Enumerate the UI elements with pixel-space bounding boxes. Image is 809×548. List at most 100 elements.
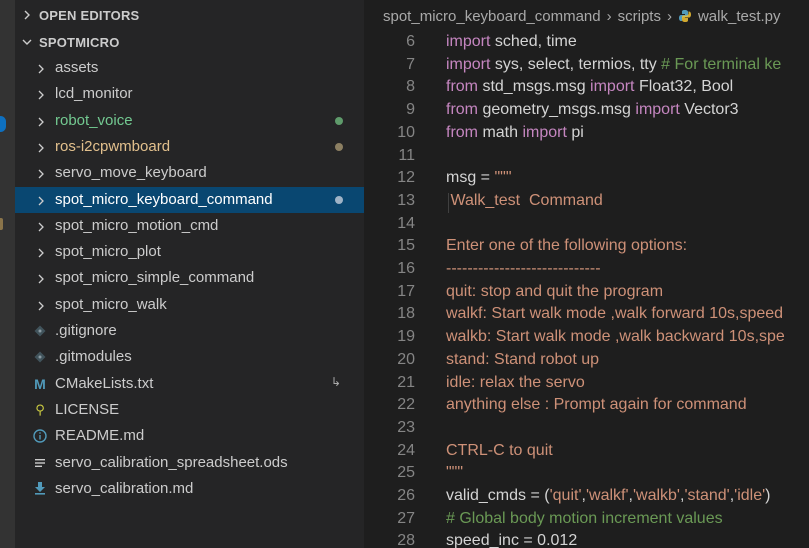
line-text: valid_cmds = ('quit','walkf','walkb','st… bbox=[446, 487, 770, 505]
keyword-token: import bbox=[522, 123, 572, 141]
line-text: """ bbox=[446, 464, 463, 482]
tree-item-label: .gitmodules bbox=[55, 348, 132, 366]
line-number: 17 bbox=[397, 282, 415, 300]
code-line[interactable]: 11 bbox=[364, 146, 809, 169]
git-icon bbox=[32, 349, 48, 365]
folder-item[interactable]: lcd_monitor bbox=[15, 81, 364, 107]
chevron-right-icon bbox=[35, 299, 47, 311]
explorer-sidebar: OPEN EDITORS SPOTMICRO assets lcd_monitor… bbox=[15, 0, 364, 548]
code-token: geometry_msgs.msg bbox=[482, 101, 636, 119]
code-line[interactable]: 15 Enter one of the following options: bbox=[364, 236, 809, 259]
string-token: 'stand' bbox=[684, 487, 730, 504]
line-text: quit: stop and quit the program bbox=[446, 283, 663, 301]
project-label: SPOTMICRO bbox=[39, 34, 120, 50]
line-number: 27 bbox=[397, 509, 415, 527]
code-line[interactable]: 18 walkf: Start walk mode ,walk forward 1… bbox=[364, 304, 809, 327]
tree-item-label: spot_micro_walk bbox=[55, 295, 167, 313]
tree-item-label: ros-i2cpwmboard bbox=[55, 137, 171, 155]
code-line[interactable]: 9 from geometry_msgs.msg import Vector3 bbox=[364, 100, 809, 123]
code-line[interactable]: 20 stand: Stand robot up bbox=[364, 350, 809, 373]
string-token: 'walkb' bbox=[632, 487, 680, 504]
code-token: sys, select, termios, tty bbox=[494, 55, 662, 73]
comment-token: # For terminal ke bbox=[661, 55, 782, 73]
code-line[interactable]: 25 """ bbox=[364, 463, 809, 486]
line-number: 24 bbox=[397, 441, 415, 459]
code-line[interactable]: 24 CTRL-C to quit bbox=[364, 441, 809, 464]
folder-item[interactable]: spot_micro_walk bbox=[15, 292, 364, 318]
code-line[interactable]: 14 bbox=[364, 214, 809, 237]
string-token: 'quit' bbox=[549, 487, 582, 504]
project-header[interactable]: SPOTMICRO bbox=[15, 31, 364, 53]
code-token: msg = bbox=[446, 169, 495, 187]
keyword-token: import bbox=[635, 101, 685, 119]
file-item[interactable]: README.md bbox=[15, 423, 364, 449]
tree-item-label: robot_voice bbox=[55, 111, 133, 129]
code-line[interactable]: 19 walkb: Start walk mode ,walk backward … bbox=[364, 327, 809, 350]
code-token: Vector3 bbox=[684, 101, 739, 119]
tree-item-label: servo_move_keyboard bbox=[55, 164, 207, 182]
tree-item-label: .gitignore bbox=[55, 322, 117, 339]
tree-item-label: servo_calibration_spreadsheet.ods bbox=[55, 453, 288, 471]
activity-indicator bbox=[0, 218, 3, 230]
status-dot bbox=[335, 116, 343, 125]
code-line[interactable]: 10 from math import pi bbox=[364, 123, 809, 146]
code-line[interactable]: 7 import sys, select, termios, tty # For … bbox=[364, 55, 809, 78]
tree-item-label: assets bbox=[55, 59, 99, 76]
code-line[interactable]: 16 ----------------------------- bbox=[364, 259, 809, 282]
line-number: 20 bbox=[397, 350, 415, 368]
code-line[interactable]: 22 anything else : Prompt again for comma… bbox=[364, 395, 809, 418]
tree-item-label: spot_micro_keyboard_command bbox=[55, 190, 273, 208]
string-token: ----------------------------- bbox=[446, 260, 601, 277]
line-number: 15 bbox=[397, 237, 415, 255]
breadcrumb-subfolder[interactable]: scripts bbox=[618, 8, 661, 25]
file-item[interactable]: .gitmodules bbox=[15, 344, 364, 370]
open-editors-header[interactable]: OPEN EDITORS bbox=[15, 4, 364, 26]
file-item[interactable]: ⚲ LICENSE bbox=[15, 397, 364, 423]
tree-item-label: spot_micro_motion_cmd bbox=[55, 216, 219, 234]
download-icon bbox=[32, 481, 48, 497]
editor-pane: spot_micro_keyboard_command › scripts › … bbox=[364, 0, 809, 548]
folder-item[interactable]: robot_voice bbox=[15, 108, 364, 134]
line-text: speed_inc = 0.012 bbox=[446, 532, 577, 548]
folder-item[interactable]: assets bbox=[15, 55, 364, 81]
code-line[interactable]: 8 from std_msgs.msg import Float32, Bool bbox=[364, 77, 809, 100]
folder-item[interactable]: spot_micro_motion_cmd bbox=[15, 213, 364, 239]
code-line[interactable]: 17 quit: stop and quit the program bbox=[364, 282, 809, 305]
code-line[interactable]: 27 # Global body motion increment values bbox=[364, 509, 809, 532]
status-dot bbox=[335, 195, 343, 204]
code-line[interactable]: 6 import sched, time bbox=[364, 32, 809, 55]
line-number: 26 bbox=[397, 487, 415, 504]
line-number: 28 bbox=[397, 532, 415, 548]
breadcrumb-folder[interactable]: spot_micro_keyboard_command bbox=[383, 8, 601, 25]
string-token: 'walkf' bbox=[585, 487, 629, 504]
file-item[interactable]: .gitignore bbox=[15, 318, 364, 344]
code-line[interactable]: 21 idle: relax the servo bbox=[364, 373, 809, 396]
folder-item[interactable]: spot_micro_plot bbox=[15, 239, 364, 265]
chevron-right-icon bbox=[35, 194, 47, 206]
file-item[interactable]: M CMakeLists.txt ↳ bbox=[15, 371, 364, 397]
line-text: msg = """ bbox=[446, 169, 512, 187]
code-line[interactable]: 13 Walk_test Command bbox=[364, 191, 809, 214]
tree-item-label: CMakeLists.txt bbox=[55, 374, 154, 392]
chevron-right-icon: › bbox=[606, 7, 612, 25]
line-text: # Global body motion increment values bbox=[446, 510, 723, 528]
string-token: stand: Stand robot up bbox=[446, 350, 599, 368]
folder-item[interactable]: servo_move_keyboard bbox=[15, 160, 364, 186]
folder-item[interactable]: spot_micro_keyboard_command bbox=[15, 186, 364, 213]
folder-item[interactable]: ros-i2cpwmboard bbox=[15, 134, 364, 160]
code-line[interactable]: 26 valid_cmds = ('quit','walkf','walkb','… bbox=[364, 486, 809, 509]
lines-icon bbox=[32, 455, 48, 471]
code-line[interactable]: 12 msg = """ bbox=[364, 168, 809, 191]
breadcrumb-file[interactable]: walk_test.py bbox=[698, 8, 781, 25]
file-item[interactable]: servo_calibration_spreadsheet.ods bbox=[15, 450, 364, 476]
keyword-token: import bbox=[590, 78, 639, 96]
code-line[interactable]: 28 speed_inc = 0.012 bbox=[364, 531, 809, 548]
file-item[interactable]: servo_calibration.md bbox=[15, 476, 364, 502]
indent-guide bbox=[448, 192, 449, 213]
code-line[interactable]: 23 bbox=[364, 418, 809, 441]
folder-item[interactable]: spot_micro_simple_command bbox=[15, 265, 364, 291]
notification-badge[interactable] bbox=[0, 116, 6, 132]
line-text: Enter one of the following options: bbox=[446, 237, 687, 255]
line-number: 10 bbox=[397, 123, 415, 141]
tree-item-label: lcd_monitor bbox=[55, 85, 133, 103]
